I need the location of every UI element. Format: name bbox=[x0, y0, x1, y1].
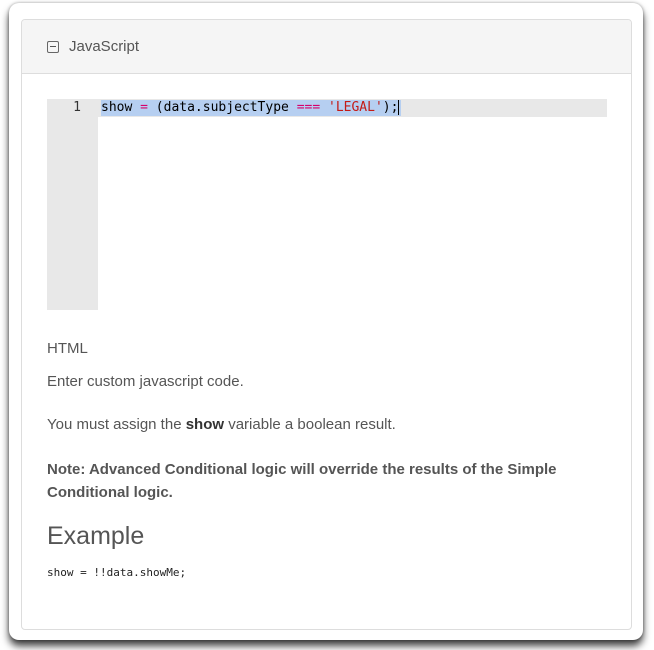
help-section: HTML Enter custom javascript code. You m… bbox=[47, 340, 607, 579]
help-assign-before: You must assign the bbox=[47, 416, 182, 433]
help-assign-instruction: You must assign the show variable a bool… bbox=[47, 416, 396, 433]
help-title: HTML bbox=[47, 340, 88, 357]
code-close: ); bbox=[382, 100, 399, 115]
editor-gutter: 1 bbox=[47, 99, 98, 310]
code-identifier: show bbox=[101, 100, 133, 115]
javascript-panel: JavaScript 1 show = (data.subjectType ==… bbox=[21, 19, 632, 630]
code-expression: (data.subjectType bbox=[155, 100, 289, 115]
help-description: Enter custom javascript code. bbox=[47, 373, 244, 390]
example-code: show = !!data.showMe; bbox=[47, 566, 187, 579]
help-assign-after: variable a boolean result. bbox=[228, 416, 396, 433]
code-line[interactable]: show = (data.subjectType === 'LEGAL'); bbox=[101, 100, 402, 116]
help-note: Note: Advanced Conditional logic will ov… bbox=[47, 461, 557, 501]
text-cursor bbox=[398, 100, 400, 115]
code-operator-assign: = bbox=[140, 100, 148, 115]
code-operator-equals: === bbox=[296, 100, 321, 115]
panel-heading[interactable]: JavaScript bbox=[22, 20, 631, 74]
line-number: 1 bbox=[73, 100, 81, 115]
code-editor[interactable]: 1 show = (data.subjectType === 'LEGAL'); bbox=[47, 99, 607, 310]
minus-square-icon[interactable] bbox=[47, 40, 59, 53]
code-string: 'LEGAL' bbox=[328, 100, 383, 115]
panel-title: JavaScript bbox=[69, 38, 140, 55]
example-title: Example bbox=[47, 522, 145, 550]
help-assign-variable: show bbox=[185, 416, 225, 433]
